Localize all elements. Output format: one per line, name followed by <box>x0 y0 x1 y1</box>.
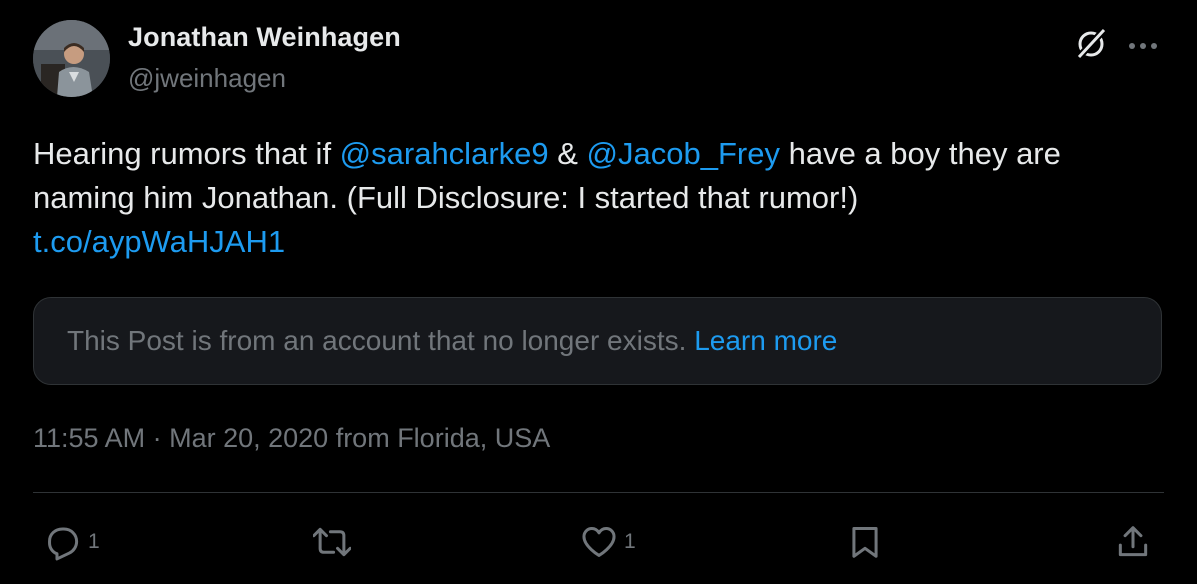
share-button[interactable] <box>1114 520 1152 564</box>
tweet-time[interactable]: 11:55 AM <box>33 423 145 453</box>
author-display-name[interactable]: Jonathan Weinhagen <box>128 22 401 53</box>
notice-text: This Post is from an account that no lon… <box>67 325 837 357</box>
reply-icon <box>48 527 79 561</box>
repost-icon <box>313 527 351 557</box>
bookmark-icon <box>852 527 878 558</box>
tweet-text: Hearing rumors that if @sarahclarke9 & @… <box>33 132 1163 264</box>
grok-icon[interactable] <box>1074 26 1108 60</box>
like-icon <box>582 527 616 557</box>
tweet-location: from Florida, USA <box>328 423 551 453</box>
tweet-date[interactable]: Mar 20, 2020 <box>169 423 328 453</box>
reply-button[interactable]: 1 <box>44 520 100 564</box>
reply-count: 1 <box>88 530 100 553</box>
meta-separator: · <box>145 423 170 453</box>
share-icon <box>1118 526 1148 557</box>
more-icon[interactable] <box>1127 38 1159 49</box>
mention-link[interactable]: @sarahclarke9 <box>340 136 549 171</box>
avatar-image <box>33 20 110 97</box>
notice-message: This Post is from an account that no lon… <box>67 325 687 356</box>
like-button[interactable]: 1 <box>580 520 636 564</box>
mention-link[interactable]: @Jacob_Frey <box>587 136 780 171</box>
author-handle[interactable]: @jweinhagen <box>128 63 286 94</box>
tweet-url-link[interactable]: t.co/aypWaHJAH1 <box>33 224 285 259</box>
deleted-account-notice: This Post is from an account that no lon… <box>33 297 1162 385</box>
tweet-text-part: & <box>548 136 587 171</box>
tweet-text-part: Hearing rumors that if <box>33 136 340 171</box>
divider <box>33 492 1164 493</box>
like-count: 1 <box>624 530 636 553</box>
learn-more-link[interactable]: Learn more <box>694 325 837 356</box>
repost-button[interactable] <box>313 520 351 564</box>
avatar[interactable] <box>33 20 110 97</box>
tweet-meta: 11:55 AM · Mar 20, 2020 from Florida, US… <box>33 423 550 454</box>
bookmark-button[interactable] <box>846 520 884 564</box>
